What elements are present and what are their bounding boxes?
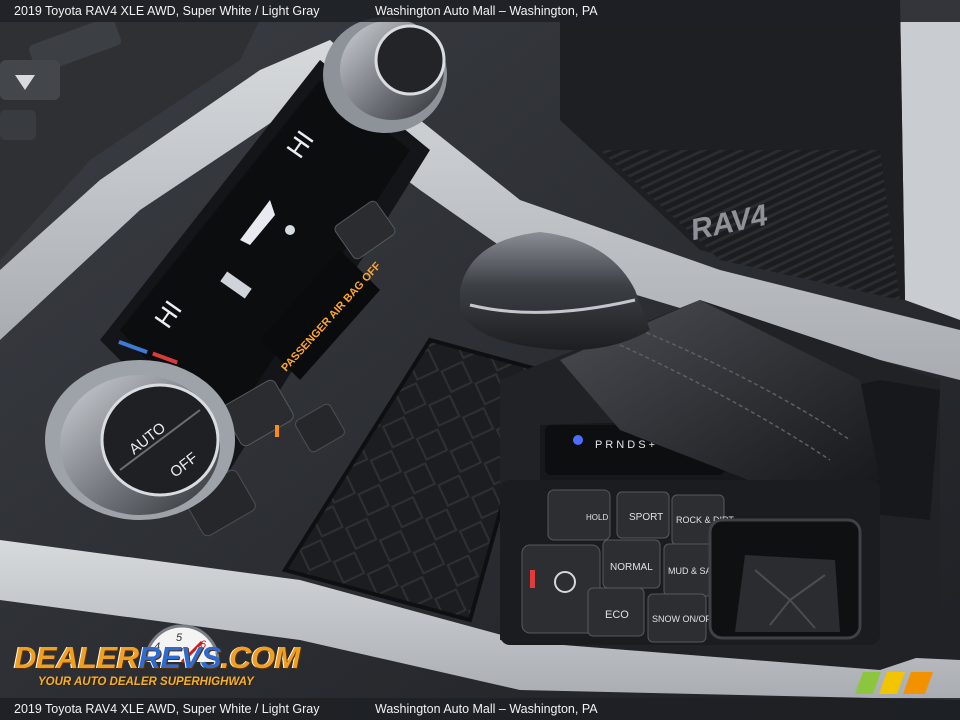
vehicle-caption-bottom: 2019 Toyota RAV4 XLE AWD, Super White / … — [14, 702, 320, 716]
hold-button-label: HOLD — [586, 513, 608, 522]
caption-bar-top: 2019 Toyota RAV4 XLE AWD, Super White / … — [0, 0, 960, 22]
center-console-photo: RAV4 HI HI PASSENGER AIR BAG OFF AUTO OF… — [0, 0, 960, 720]
dealer-caption-bottom: Washington Auto Mall – Washington, PA — [375, 702, 598, 716]
sport-button-label: SPORT — [629, 512, 663, 523]
snow-button-label: SNOW ON/OFF — [652, 614, 717, 624]
dealerrevs-tagline: YOUR AUTO DEALER SUPERHIGHWAY — [38, 676, 254, 688]
caption-bar-bottom: 2019 Toyota RAV4 XLE AWD, Super White / … — [0, 698, 960, 720]
eco-button-label: ECO — [605, 609, 629, 621]
dealer-caption: Washington Auto Mall – Washington, PA — [375, 4, 598, 18]
color-stripes-logo — [855, 672, 933, 694]
vehicle-caption: 2019 Toyota RAV4 XLE AWD, Super White / … — [14, 4, 320, 18]
dealerrevs-watermark: 4 5 6 DEALERREVS.COM YOUR AUTO DEALER SU… — [12, 624, 300, 694]
dealerrevs-logo: DEALERREVS.COM — [14, 640, 300, 675]
normal-button-label: NORMAL — [610, 562, 653, 573]
